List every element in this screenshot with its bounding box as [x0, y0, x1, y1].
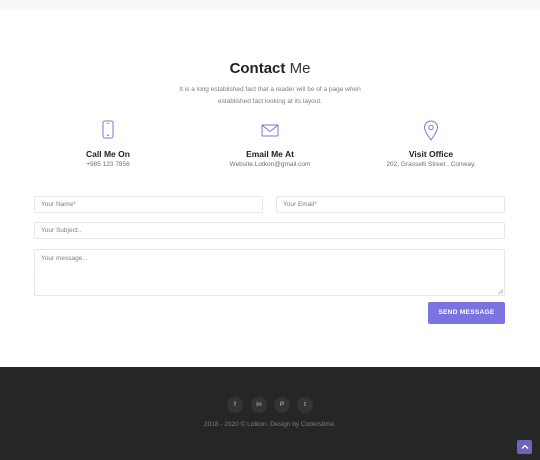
- chevron-up-icon: [521, 444, 528, 449]
- info-call: Call Me On +985 123 7856: [33, 120, 183, 168]
- copyright-text: 2018 - 2020 © Lotkon. Design by Codersti…: [204, 421, 336, 428]
- info-label: Call Me On: [86, 149, 130, 159]
- location-pin-icon: [356, 120, 506, 142]
- subject-input[interactable]: [34, 222, 505, 239]
- info-value: +985 123 7856: [86, 161, 130, 168]
- facebook-icon[interactable]: f: [227, 397, 243, 413]
- section-subtitle: It is a long established fact that a rea…: [179, 86, 361, 105]
- name-input[interactable]: [34, 196, 263, 213]
- email-input[interactable]: [276, 196, 505, 213]
- pinterest-icon[interactable]: P: [274, 397, 290, 413]
- linkedin-icon[interactable]: in: [251, 397, 267, 413]
- info-value: Website.Lotkon@gmail.com: [229, 161, 311, 168]
- info-email: Email Me At Website.Lotkon@gmail.com: [195, 120, 345, 168]
- info-label: Email Me At: [246, 149, 294, 159]
- top-strip: [0, 0, 540, 10]
- title-light: Me: [289, 60, 311, 77]
- phone-icon: [33, 120, 183, 142]
- info-office: Visit Office 202, Grasselli Street , Con…: [356, 120, 506, 168]
- scroll-to-top-button[interactable]: [517, 440, 532, 454]
- twitter-icon[interactable]: t: [297, 397, 313, 413]
- title-bold: Contact: [229, 60, 286, 77]
- info-value: 202, Grasselli Street , Conway.: [386, 161, 476, 168]
- page-title: Contact Me: [0, 60, 540, 77]
- footer: f in P t 2018 - 2020 © Lotkon. Design by…: [0, 367, 540, 460]
- resize-handle[interactable]: [498, 289, 503, 294]
- message-textarea[interactable]: [34, 249, 505, 296]
- info-label: Visit Office: [408, 149, 454, 159]
- send-message-button[interactable]: SEND MESSAGE: [428, 302, 505, 324]
- mail-icon: [195, 120, 345, 142]
